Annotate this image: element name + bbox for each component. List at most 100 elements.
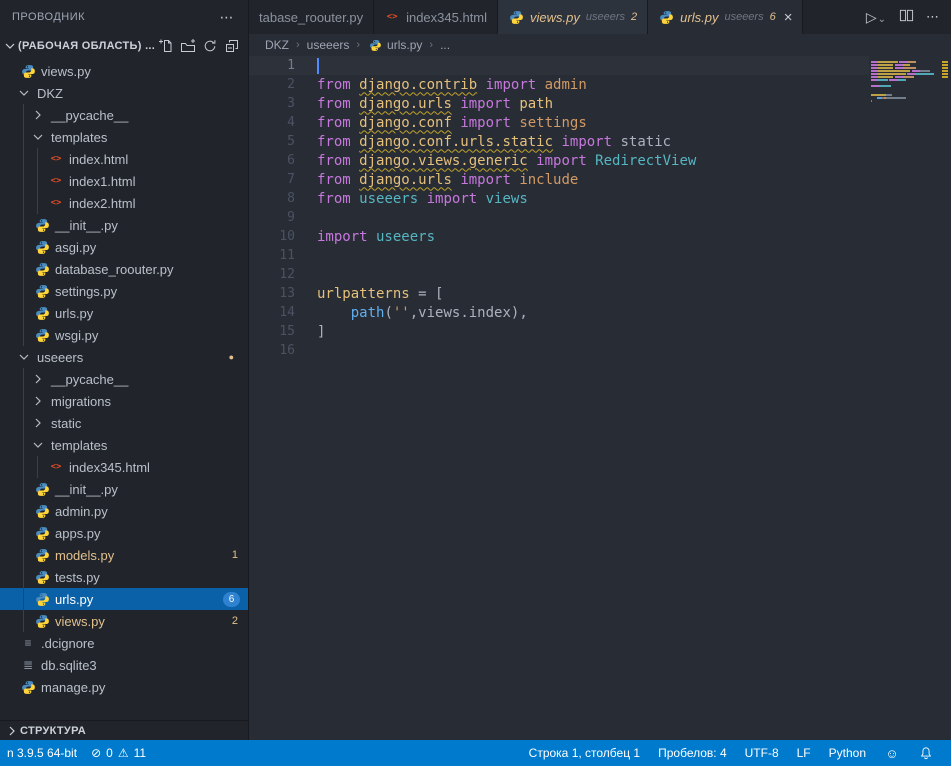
run-button[interactable]: ▷⌄ — [866, 9, 886, 26]
tree-file-models.py[interactable]: models.py1 — [0, 544, 248, 566]
outline-section-header[interactable]: СТРУКТУРА — [0, 720, 248, 740]
workspace-actions — [156, 36, 242, 56]
breadcrumb-item-urls.py[interactable]: urls.py — [367, 37, 422, 53]
tab-index345.html[interactable]: <>index345.html — [374, 0, 498, 34]
tree-file-admin.py[interactable]: admin.py — [0, 500, 248, 522]
code-line-1[interactable]: 1 — [249, 56, 869, 75]
code-line-9[interactable]: 9 — [249, 208, 869, 227]
tree-folder-templates[interactable]: templates — [0, 126, 248, 148]
status-feedback[interactable]: ☺ — [877, 740, 907, 766]
code-line-2[interactable]: 2from django.contrib import admin — [249, 75, 869, 94]
editor-actions: ▷⌄ ⋯ — [854, 0, 951, 34]
tab-tabase_roouter.py[interactable]: tabase_roouter.py — [249, 0, 374, 34]
tree-folder-__pycache__[interactable]: __pycache__ — [0, 368, 248, 390]
error-count: 0 — [106, 746, 113, 760]
new-folder-button[interactable] — [178, 36, 198, 56]
tab-views.py[interactable]: views.pyuseeers2 — [498, 0, 648, 34]
tree-file-__init__.py[interactable]: __init__.py — [0, 214, 248, 236]
breadcrumb-item-DKZ[interactable]: DKZ — [265, 38, 289, 52]
chevron-right-icon — [30, 371, 46, 387]
line-number: 3 — [249, 96, 309, 111]
status-language-mode[interactable]: Python — [822, 740, 873, 766]
tree-file-db.sqlite3[interactable]: ≣db.sqlite3 — [0, 654, 248, 676]
tree-folder-useeers[interactable]: useeers● — [0, 346, 248, 368]
tab-urls.py[interactable]: urls.pyuseeers6× — [648, 0, 803, 34]
status-bar: n 3.9.5 64-bit⊘0⚠11 Строка 1, столбец 1 П… — [0, 740, 951, 766]
tree-file-views.py[interactable]: views.py2 — [0, 610, 248, 632]
code-line-11[interactable]: 11 — [249, 246, 869, 265]
tree-file-__init__.py[interactable]: __init__.py — [0, 478, 248, 500]
tree-item-label: admin.py — [55, 504, 108, 519]
explorer-more-button[interactable]: ⋯ — [220, 9, 235, 26]
code-line-14[interactable]: 14 path('',views.index), — [249, 303, 869, 322]
code-line-5[interactable]: 5from django.conf.urls.static import sta… — [249, 132, 869, 151]
code-text: ] — [309, 324, 325, 340]
status-problems[interactable]: ⊘0⚠11 — [84, 740, 153, 766]
python-icon — [34, 613, 50, 629]
new-file-button[interactable] — [156, 36, 176, 56]
run-dropdown-button[interactable]: ⌄ — [878, 14, 886, 25]
tree-folder-migrations[interactable]: migrations — [0, 390, 248, 412]
tree-file-tests.py[interactable]: tests.py — [0, 566, 248, 588]
status-python-interpreter[interactable]: n 3.9.5 64-bit — [0, 740, 84, 766]
breadcrumb-item-...[interactable]: ... — [440, 38, 450, 52]
python-icon — [34, 569, 50, 585]
tree-item-label: __init__.py — [55, 482, 118, 497]
status-notifications[interactable] — [911, 740, 941, 766]
code-line-13[interactable]: 13urlpatterns = [ — [249, 284, 869, 303]
tree-file-settings.py[interactable]: settings.py — [0, 280, 248, 302]
code-line-10[interactable]: 10import useeers — [249, 227, 869, 246]
status-encoding[interactable]: UTF-8 — [738, 740, 786, 766]
tree-folder-DKZ[interactable]: DKZ — [0, 82, 248, 104]
tree-item-label: wsgi.py — [55, 328, 98, 343]
code-line-15[interactable]: 15] — [249, 322, 869, 341]
problems-badge: 6 — [223, 592, 240, 607]
tree-item-label: templates — [51, 438, 107, 453]
explorer-sidebar: ПРОВОДНИК ⋯ (РАБОЧАЯ ОБЛАСТЬ) ... views.… — [0, 0, 249, 740]
explorer-header: ПРОВОДНИК ⋯ — [0, 0, 248, 34]
status-indentation[interactable]: Пробелов: 4 — [651, 740, 734, 766]
tree-folder-__pycache__[interactable]: __pycache__ — [0, 104, 248, 126]
tree-folder-static[interactable]: static — [0, 412, 248, 434]
tree-file-views.py[interactable]: views.py — [0, 60, 248, 82]
line-number: 1 — [249, 58, 309, 73]
status-label: Строка 1, столбец 1 — [529, 746, 640, 760]
minimap[interactable] — [871, 57, 937, 105]
python-icon — [368, 38, 382, 52]
modified-dot-icon: ● — [229, 352, 234, 362]
tree-file-urls.py[interactable]: urls.py6 — [0, 588, 248, 610]
tree-file-apps.py[interactable]: apps.py — [0, 522, 248, 544]
tree-file-manage.py[interactable]: manage.py — [0, 676, 248, 698]
code-line-4[interactable]: 4from django.conf import settings — [249, 113, 869, 132]
split-editor-button[interactable] — [898, 8, 914, 27]
code-line-16[interactable]: 16 — [249, 341, 869, 360]
tab-close-button[interactable]: × — [784, 10, 793, 25]
code-line-7[interactable]: 7from django.urls import include — [249, 170, 869, 189]
tree-file-urls.py[interactable]: urls.py — [0, 302, 248, 324]
collapse-all-button[interactable] — [222, 36, 242, 56]
status-eol[interactable]: LF — [790, 740, 818, 766]
tree-file-wsgi.py[interactable]: wsgi.py — [0, 324, 248, 346]
code-text: urlpatterns = [ — [309, 286, 443, 302]
tab-bar: tabase_roouter.py <>index345.htmlviews.py… — [249, 0, 951, 34]
status-label: Python — [829, 746, 866, 760]
tree-file-asgi.py[interactable]: asgi.py — [0, 236, 248, 258]
code-line-6[interactable]: 6from django.views.generic import Redire… — [249, 151, 869, 170]
code-line-8[interactable]: 8from useeers import views — [249, 189, 869, 208]
tree-folder-templates[interactable]: templates — [0, 434, 248, 456]
refresh-button[interactable] — [200, 36, 220, 56]
tab-label: tabase_roouter.py — [259, 10, 363, 25]
status-cursor-position[interactable]: Строка 1, столбец 1 — [522, 740, 647, 766]
tree-file-database_roouter.py[interactable]: database_roouter.py — [0, 258, 248, 280]
code-line-3[interactable]: 3from django.urls import path — [249, 94, 869, 113]
code-editor[interactable]: 1 2from django.contrib import admin3from … — [249, 56, 951, 740]
more-actions-button[interactable]: ⋯ — [926, 9, 939, 25]
code-line-12[interactable]: 12 — [249, 265, 869, 284]
line-number: 6 — [249, 153, 309, 168]
tree-item-label: settings.py — [55, 284, 117, 299]
python-icon — [34, 481, 50, 497]
breadcrumb-item-useeers[interactable]: useeers — [307, 38, 350, 52]
chevron-down-icon — [16, 349, 32, 365]
tree-file-.dcignore[interactable]: ≡.dcignore — [0, 632, 248, 654]
workspace-header[interactable]: (РАБОЧАЯ ОБЛАСТЬ) ... — [0, 34, 248, 58]
